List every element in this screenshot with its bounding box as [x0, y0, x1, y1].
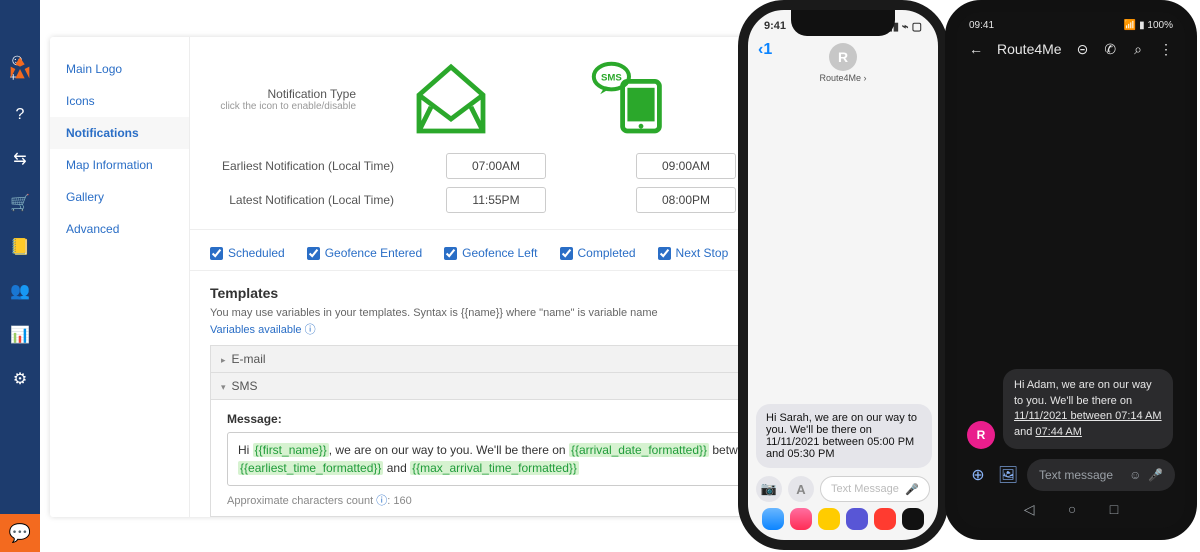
app-icon-rail: ☺⁺ ? ⇆ 🛒 📒 👥 📊 ⚙: [0, 0, 40, 552]
channel-sms-toggle[interactable]: SMS: [579, 59, 679, 139]
iphone-preview: 9:41 ▮▮ ⌁ ▢ ‹1 R Route4Me › Hi Sarah, we…: [738, 0, 948, 550]
android-add-button[interactable]: ⊕: [967, 464, 989, 486]
android-chat-header: ← Route4Me ⊝ ✆ ⌕ ⋮: [957, 35, 1185, 67]
rail-route-icon[interactable]: ⇆: [9, 148, 31, 170]
android-contact-name: Route4Me: [997, 41, 1062, 57]
rail-chart-icon[interactable]: 📊: [9, 324, 31, 346]
iphone-back-button[interactable]: ‹1: [758, 41, 772, 59]
sms-phone-icon: SMS: [589, 59, 669, 139]
android-nav-back[interactable]: ◁: [1024, 501, 1035, 518]
tab-geofence-entered[interactable]: Geofence Entered: [307, 246, 422, 270]
android-more-icon[interactable]: ⋮: [1159, 41, 1173, 57]
android-call-icon[interactable]: ✆: [1103, 41, 1117, 57]
dock-app-2[interactable]: [790, 508, 812, 530]
sidenav-notifications[interactable]: Notifications: [50, 117, 189, 149]
tab-next-stop[interactable]: Next Stop: [658, 246, 729, 270]
emoji-icon[interactable]: ☺: [1129, 468, 1141, 482]
dock-app-1[interactable]: [762, 508, 784, 530]
dock-app-3[interactable]: [818, 508, 840, 530]
envelope-icon: [411, 59, 491, 139]
sidenav-icons[interactable]: Icons: [50, 85, 189, 117]
android-text-input[interactable]: Text message ☺ 🎤: [1027, 459, 1175, 491]
var-first-name: {{first_name}}: [253, 443, 329, 457]
app-logo-icon: [6, 55, 34, 83]
svg-text:SMS: SMS: [601, 73, 622, 84]
android-preview: 09:41 📶 ▮ 100% ← Route4Me ⊝ ✆ ⌕ ⋮ R Hi A…: [945, 0, 1197, 540]
wifi-icon: 📶: [1124, 20, 1139, 31]
iphone-contact-avatar[interactable]: R: [829, 43, 857, 71]
sms-earliest-input[interactable]: 09:00AM: [636, 153, 736, 179]
variables-available-link[interactable]: Variables available ⓘ: [210, 324, 316, 336]
iphone-text-input[interactable]: Text Message🎤: [820, 476, 930, 502]
iphone-contact-name: Route4Me ›: [748, 73, 938, 83]
iphone-chat-header: ‹1 R Route4Me ›: [748, 37, 938, 83]
settings-side-nav: Main Logo Icons Notifications Map Inform…: [50, 37, 190, 517]
mic-icon: 🎤: [905, 483, 919, 496]
earliest-label: Earliest Notification (Local Time): [218, 159, 408, 173]
iphone-camera-button[interactable]: 📷: [756, 476, 782, 502]
iphone-message-bubble: Hi Sarah, we are on our way to you. We'l…: [756, 404, 932, 468]
sidenav-main-logo[interactable]: Main Logo: [50, 53, 189, 85]
rail-cart-icon[interactable]: 🛒: [9, 192, 31, 214]
email-earliest-input[interactable]: 07:00AM: [446, 153, 546, 179]
var-arrival-date: {{arrival_date_formatted}}: [569, 443, 709, 457]
sidenav-map-info[interactable]: Map Information: [50, 149, 189, 181]
var-max-arrival: {{max_arrival_time_formatted}}: [410, 461, 579, 475]
dock-app-5[interactable]: [874, 508, 896, 530]
android-contact-avatar: R: [967, 421, 995, 449]
sidenav-gallery[interactable]: Gallery: [50, 181, 189, 213]
latest-label: Latest Notification (Local Time): [218, 193, 408, 207]
rail-book-icon[interactable]: 📒: [9, 236, 31, 258]
android-nav-home[interactable]: ○: [1068, 501, 1076, 518]
iphone-appstore-button[interactable]: A: [788, 476, 814, 502]
android-mic-icon[interactable]: 🎤: [1148, 468, 1163, 482]
channel-email-toggle[interactable]: [401, 59, 501, 139]
sidenav-advanced[interactable]: Advanced: [50, 213, 189, 245]
rail-team-icon[interactable]: 👥: [9, 280, 31, 302]
rail-help-icon[interactable]: ?: [9, 104, 31, 126]
android-search-icon[interactable]: ⌕: [1131, 41, 1145, 57]
android-video-icon[interactable]: ⊝: [1076, 41, 1090, 57]
tab-completed[interactable]: Completed: [560, 246, 636, 270]
var-earliest-time: {{earliest_time_formatted}}: [238, 461, 383, 475]
android-nav-recent[interactable]: □: [1110, 501, 1118, 518]
android-status-bar: 09:41 📶 ▮ 100%: [957, 12, 1185, 35]
android-gallery-button[interactable]: 🖼: [997, 464, 1019, 486]
iphone-app-dock: [756, 502, 930, 532]
tab-scheduled[interactable]: Scheduled: [210, 246, 285, 270]
dock-app-4[interactable]: [846, 508, 868, 530]
sms-latest-input[interactable]: 08:00PM: [636, 187, 736, 213]
rail-settings-user-icon[interactable]: ⚙: [9, 368, 31, 390]
email-latest-input[interactable]: 11:55PM: [446, 187, 546, 213]
android-nav-bar: ◁ ○ □: [967, 491, 1175, 518]
dock-app-6[interactable]: [902, 508, 924, 530]
iphone-notch: [791, 10, 895, 36]
android-back-button[interactable]: ←: [969, 41, 983, 57]
tab-geofence-left[interactable]: Geofence Left: [444, 246, 537, 270]
android-message-bubble: Hi Adam, we are on our way to you. We'll…: [1003, 369, 1173, 449]
support-chat-button[interactable]: 💬: [0, 514, 40, 552]
notification-type-label: Notification Type click the icon to enab…: [218, 87, 368, 112]
